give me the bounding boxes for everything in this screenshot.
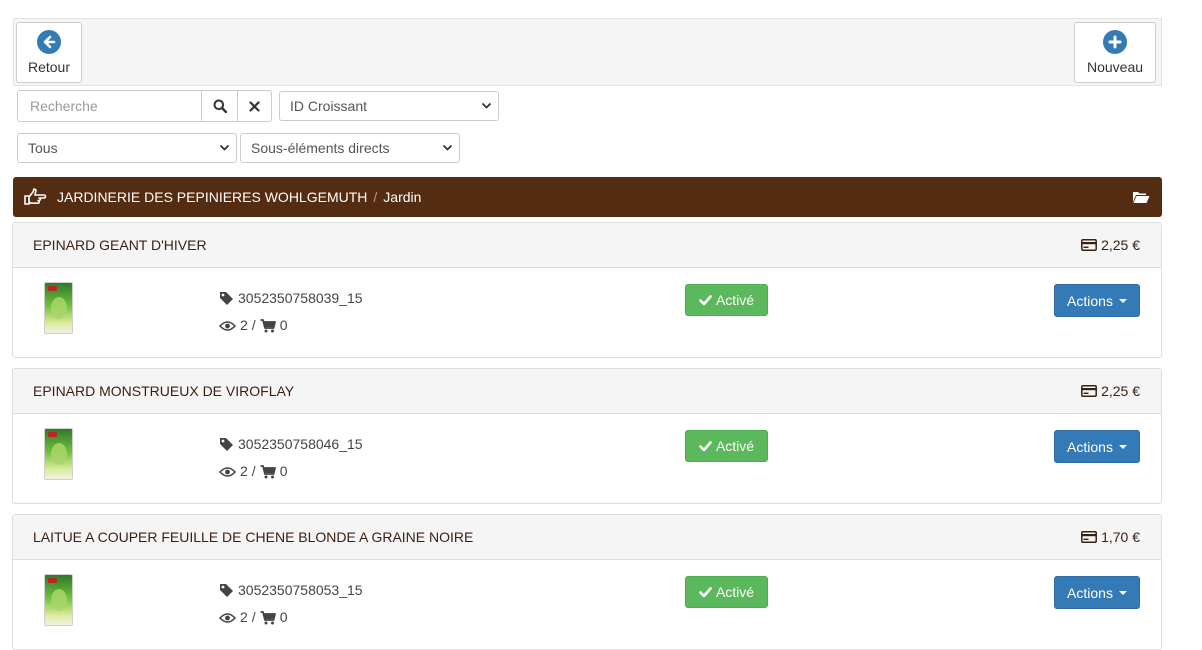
clear-search-button[interactable]: [237, 90, 272, 122]
product-price-value: 1,70 €: [1101, 529, 1140, 545]
caret-down-icon: [1118, 590, 1127, 595]
close-icon: [249, 100, 260, 112]
product-name[interactable]: LAITUE A COUPER FEUILLE DE CHENE BLONDE …: [33, 529, 1081, 545]
product-views: 2: [240, 463, 248, 479]
views-carts-separator: /: [251, 609, 256, 625]
eye-icon: [219, 466, 236, 477]
shopping-cart-icon: [260, 610, 276, 624]
breadcrumb-separator: /: [373, 189, 378, 205]
folder-open-icon[interactable]: [1132, 190, 1150, 204]
status-label: Activé: [715, 584, 755, 600]
scope-select-value: Tous: [28, 140, 58, 156]
actions-label: Actions: [1067, 584, 1113, 601]
credit-card-icon: [1081, 531, 1098, 543]
breadcrumb: JARDINERIE DES PEPINIERES WOHLGEMUTH / J…: [13, 177, 1162, 217]
shopping-cart-icon: [260, 464, 276, 478]
chevron-down-icon: [442, 144, 453, 151]
product-info: 3052350758046_15 2 / 0: [219, 431, 363, 485]
actions-dropdown-button[interactable]: Actions: [1054, 284, 1140, 317]
product-thumbnail[interactable]: [44, 282, 73, 334]
product-sku: 3052350758039_15: [238, 290, 363, 306]
product-thumbnail[interactable]: [44, 428, 73, 480]
search-button[interactable]: [201, 90, 238, 122]
product-price: 2,25 €: [1081, 237, 1140, 253]
shopping-cart-icon: [260, 318, 276, 332]
new-button[interactable]: Nouveau: [1074, 22, 1156, 83]
check-icon: [699, 440, 712, 451]
product-views: 2: [240, 609, 248, 625]
plus-icon: [1103, 30, 1127, 54]
check-icon: [699, 294, 712, 305]
status-badge[interactable]: Activé: [685, 430, 768, 462]
product-card-header: EPINARD GEANT D'HIVER 2,25 €: [13, 223, 1161, 268]
product-card-body: 3052350758046_15 2 / 0 Activé Actions: [13, 414, 1161, 503]
product-card-header: EPINARD MONSTRUEUX DE VIROFLAY 2,25 €: [13, 369, 1161, 414]
caret-down-icon: [1118, 444, 1127, 449]
back-button[interactable]: Retour: [16, 22, 82, 83]
product-price: 1,70 €: [1081, 529, 1140, 545]
credit-card-icon: [1081, 385, 1098, 397]
tag-icon: [220, 292, 233, 305]
chevron-down-icon: [219, 144, 230, 151]
breadcrumb-current: Jardin: [383, 189, 422, 205]
chevron-down-icon: [481, 102, 492, 109]
views-carts-separator: /: [251, 463, 256, 479]
search-icon: [213, 99, 227, 113]
product-card: LAITUE A COUPER FEUILLE DE CHENE BLONDE …: [12, 514, 1162, 650]
product-card: EPINARD GEANT D'HIVER 2,25 € 30523507580…: [12, 222, 1162, 358]
caret-down-icon: [1118, 298, 1127, 303]
hand-point-right-icon: [24, 188, 47, 205]
check-icon: [699, 586, 712, 597]
tag-icon: [220, 584, 233, 597]
status-badge[interactable]: Activé: [685, 284, 768, 316]
toolbar: Retour Nouveau: [13, 18, 1162, 86]
product-info: 3052350758039_15 2 / 0: [219, 285, 363, 339]
actions-label: Actions: [1067, 438, 1113, 455]
search-input[interactable]: [17, 90, 202, 122]
new-button-label: Nouveau: [1086, 59, 1144, 75]
arrow-left-icon: [37, 30, 61, 54]
product-carts: 0: [279, 317, 288, 333]
product-price-value: 2,25 €: [1101, 237, 1140, 253]
product-price: 2,25 €: [1081, 383, 1140, 399]
actions-dropdown-button[interactable]: Actions: [1054, 576, 1140, 609]
product-carts: 0: [279, 609, 288, 625]
product-info: 3052350758053_15 2 / 0: [219, 577, 363, 631]
scope-select[interactable]: Tous: [17, 133, 237, 163]
product-sku: 3052350758046_15: [238, 436, 363, 452]
product-price-value: 2,25 €: [1101, 383, 1140, 399]
depth-select-value: Sous-éléments directs: [251, 140, 390, 156]
product-carts: 0: [279, 463, 288, 479]
product-views: 2: [240, 317, 248, 333]
back-button-label: Retour: [27, 59, 71, 75]
status-badge[interactable]: Activé: [685, 576, 768, 608]
product-thumbnail[interactable]: [44, 574, 73, 626]
product-card-body: 3052350758039_15 2 / 0 Activé Actions: [13, 268, 1161, 357]
actions-label: Actions: [1067, 292, 1113, 309]
status-label: Activé: [715, 292, 755, 308]
product-name[interactable]: EPINARD GEANT D'HIVER: [33, 237, 1081, 253]
product-card-header: LAITUE A COUPER FEUILLE DE CHENE BLONDE …: [13, 515, 1161, 560]
product-sku: 3052350758053_15: [238, 582, 363, 598]
product-card: EPINARD MONSTRUEUX DE VIROFLAY 2,25 € 30…: [12, 368, 1162, 504]
tag-icon: [220, 438, 233, 451]
status-label: Activé: [715, 438, 755, 454]
eye-icon: [219, 612, 236, 623]
breadcrumb-root[interactable]: JARDINERIE DES PEPINIERES WOHLGEMUTH: [57, 189, 367, 205]
search-bar: [17, 90, 272, 122]
depth-select[interactable]: Sous-éléments directs: [240, 133, 460, 163]
views-carts-separator: /: [251, 317, 256, 333]
product-name[interactable]: EPINARD MONSTRUEUX DE VIROFLAY: [33, 383, 1081, 399]
sort-select-value: ID Croissant: [290, 98, 368, 114]
product-card-body: 3052350758053_15 2 / 0 Activé Actions: [13, 560, 1161, 649]
sort-select[interactable]: ID Croissant: [279, 91, 499, 121]
eye-icon: [219, 320, 236, 331]
actions-dropdown-button[interactable]: Actions: [1054, 430, 1140, 463]
credit-card-icon: [1081, 239, 1098, 251]
